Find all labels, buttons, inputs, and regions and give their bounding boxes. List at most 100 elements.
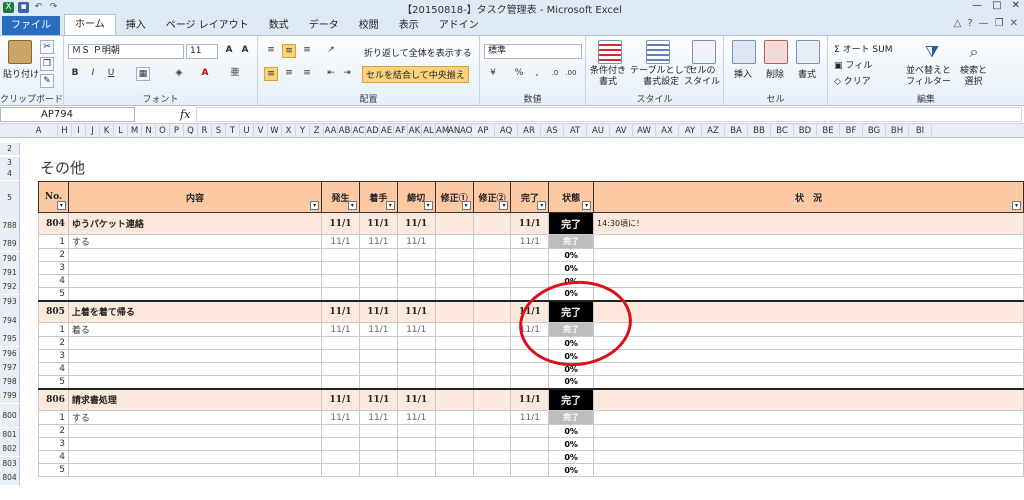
subtask-row[interactable]: 2 0% — [38, 336, 1024, 350]
subtask-note[interactable] — [593, 424, 1024, 438]
subtask-fix1-date[interactable] — [434, 410, 474, 425]
subtask-status[interactable]: 0% — [548, 274, 594, 288]
number-format-select[interactable]: 標準 — [484, 44, 582, 59]
font-color-icon[interactable]: A — [198, 67, 212, 81]
tab-addins[interactable]: アドイン — [429, 16, 489, 35]
subtask-text[interactable] — [67, 450, 323, 464]
row-header[interactable]: 788 — [0, 214, 20, 237]
subtask-row[interactable]: 3 0% — [38, 437, 1024, 451]
subtask-due-date[interactable]: 11/1 — [396, 322, 436, 337]
subtask-status[interactable]: 0% — [548, 261, 594, 275]
column-header[interactable]: AC — [352, 124, 366, 138]
subtask-start-date[interactable] — [358, 375, 398, 389]
insert-cells-icon[interactable] — [732, 40, 756, 64]
decrease-indent-icon[interactable]: ⇤ — [324, 67, 338, 81]
column-header[interactable]: AU — [587, 124, 610, 138]
subtask-status[interactable]: 0% — [548, 362, 594, 376]
header-content[interactable]: 内容 ▾ — [67, 181, 323, 213]
header-due[interactable]: 締切 ▾ — [396, 181, 436, 213]
find-select-icon[interactable]: ⌕ — [962, 40, 986, 64]
subtask-no[interactable]: 1 — [38, 234, 69, 249]
subtask-no[interactable]: 2 — [38, 424, 69, 438]
subtask-text[interactable] — [67, 287, 323, 301]
subtask-due-date[interactable] — [396, 261, 436, 275]
subtask-text[interactable] — [67, 274, 323, 288]
subtask-done-date[interactable] — [510, 375, 550, 389]
merge-center-button[interactable]: セルを結合して中央揃え — [362, 66, 469, 83]
subtask-fix1-date[interactable] — [434, 336, 474, 350]
subtask-fix1-date[interactable] — [434, 261, 474, 275]
subtask-fix2-date[interactable] — [472, 424, 512, 438]
task-fix2-date[interactable] — [472, 299, 512, 323]
subtask-done-date[interactable] — [510, 424, 550, 438]
task-note[interactable] — [593, 299, 1024, 323]
subtask-start-date[interactable] — [358, 424, 398, 438]
align-middle-icon[interactable]: ≡ — [282, 44, 296, 58]
subtask-fix2-date[interactable] — [472, 287, 512, 301]
column-header[interactable]: T — [226, 124, 240, 138]
column-header[interactable]: X — [282, 124, 296, 138]
subtask-note[interactable] — [593, 362, 1024, 376]
subtask-done-date[interactable] — [510, 463, 550, 477]
task-fix2-date[interactable] — [472, 212, 512, 235]
subtask-no[interactable]: 5 — [38, 463, 69, 477]
tab-home[interactable]: ホーム — [64, 14, 116, 35]
phonetic-icon[interactable]: 亜 — [228, 67, 242, 81]
task-fix1-date[interactable] — [434, 299, 474, 323]
header-start[interactable]: 着手 ▾ — [358, 181, 398, 213]
subtask-occur-date[interactable] — [321, 274, 360, 288]
subtask-done-date[interactable]: 11/1 — [510, 322, 550, 337]
column-header[interactable]: BB — [748, 124, 771, 138]
subtask-note[interactable] — [593, 336, 1024, 350]
conditional-format-icon[interactable] — [598, 40, 622, 64]
subtask-fix1-date[interactable] — [434, 274, 474, 288]
tab-review[interactable]: 校閲 — [349, 16, 389, 35]
format-cells-button[interactable]: 書式 — [798, 67, 816, 80]
column-header[interactable]: P — [170, 124, 184, 138]
subtask-done-date[interactable] — [510, 437, 550, 451]
subtask-start-date[interactable] — [358, 261, 398, 275]
subtask-occur-date[interactable] — [321, 424, 360, 438]
row-header[interactable]: 798 — [0, 375, 20, 389]
filter-dropdown-icon[interactable]: ▾ — [582, 201, 591, 210]
subtask-occur-date[interactable] — [321, 437, 360, 451]
subtask-done-date[interactable] — [510, 287, 550, 301]
header-fix1[interactable]: 修正① ▾ — [434, 181, 474, 213]
subtask-fix1-date[interactable] — [434, 450, 474, 464]
subtask-start-date[interactable] — [358, 349, 398, 363]
task-fix1-date[interactable] — [434, 212, 474, 235]
subtask-status[interactable]: 0% — [548, 463, 594, 477]
subtask-fix1-date[interactable] — [434, 437, 474, 451]
header-occur[interactable]: 発生 ▾ — [321, 181, 360, 213]
name-box[interactable]: AP794 — [0, 107, 135, 122]
subtask-due-date[interactable] — [396, 437, 436, 451]
subtask-row[interactable]: 3 0% — [38, 349, 1024, 363]
column-header[interactable]: AT — [564, 124, 587, 138]
subtask-fix2-date[interactable] — [472, 410, 512, 425]
subtask-row[interactable]: 5 0% — [38, 375, 1024, 389]
tab-page-layout[interactable]: ページ レイアウト — [156, 16, 259, 35]
subtask-occur-date[interactable]: 11/1 — [321, 410, 360, 425]
column-header[interactable]: AN — [448, 124, 460, 138]
column-header[interactable]: I — [72, 124, 86, 138]
subtask-done-date[interactable] — [510, 248, 550, 262]
subtask-due-date[interactable] — [396, 349, 436, 363]
task-note[interactable]: 14:30頃に！ — [593, 212, 1024, 235]
column-header[interactable]: AZ — [702, 124, 725, 138]
column-header[interactable]: AK — [408, 124, 422, 138]
subtask-done-date[interactable] — [510, 336, 550, 350]
task-due-date[interactable]: 11/1 — [396, 299, 436, 323]
subtask-start-date[interactable] — [358, 362, 398, 376]
task-no[interactable]: 805 — [38, 299, 69, 323]
subtask-fix2-date[interactable] — [472, 349, 512, 363]
subtask-done-date[interactable] — [510, 362, 550, 376]
subtask-no[interactable]: 2 — [38, 248, 69, 262]
header-no[interactable]: No. ▾ — [38, 181, 69, 213]
percent-icon[interactable]: % — [512, 67, 526, 81]
subtask-fix2-date[interactable] — [472, 450, 512, 464]
subtask-row[interactable]: 4 0% — [38, 450, 1024, 464]
row-header[interactable]: 794 — [0, 309, 20, 332]
shrink-font-icon[interactable]: A — [238, 44, 252, 58]
subtask-fix2-date[interactable] — [472, 274, 512, 288]
row-header[interactable]: 5 — [0, 181, 20, 214]
